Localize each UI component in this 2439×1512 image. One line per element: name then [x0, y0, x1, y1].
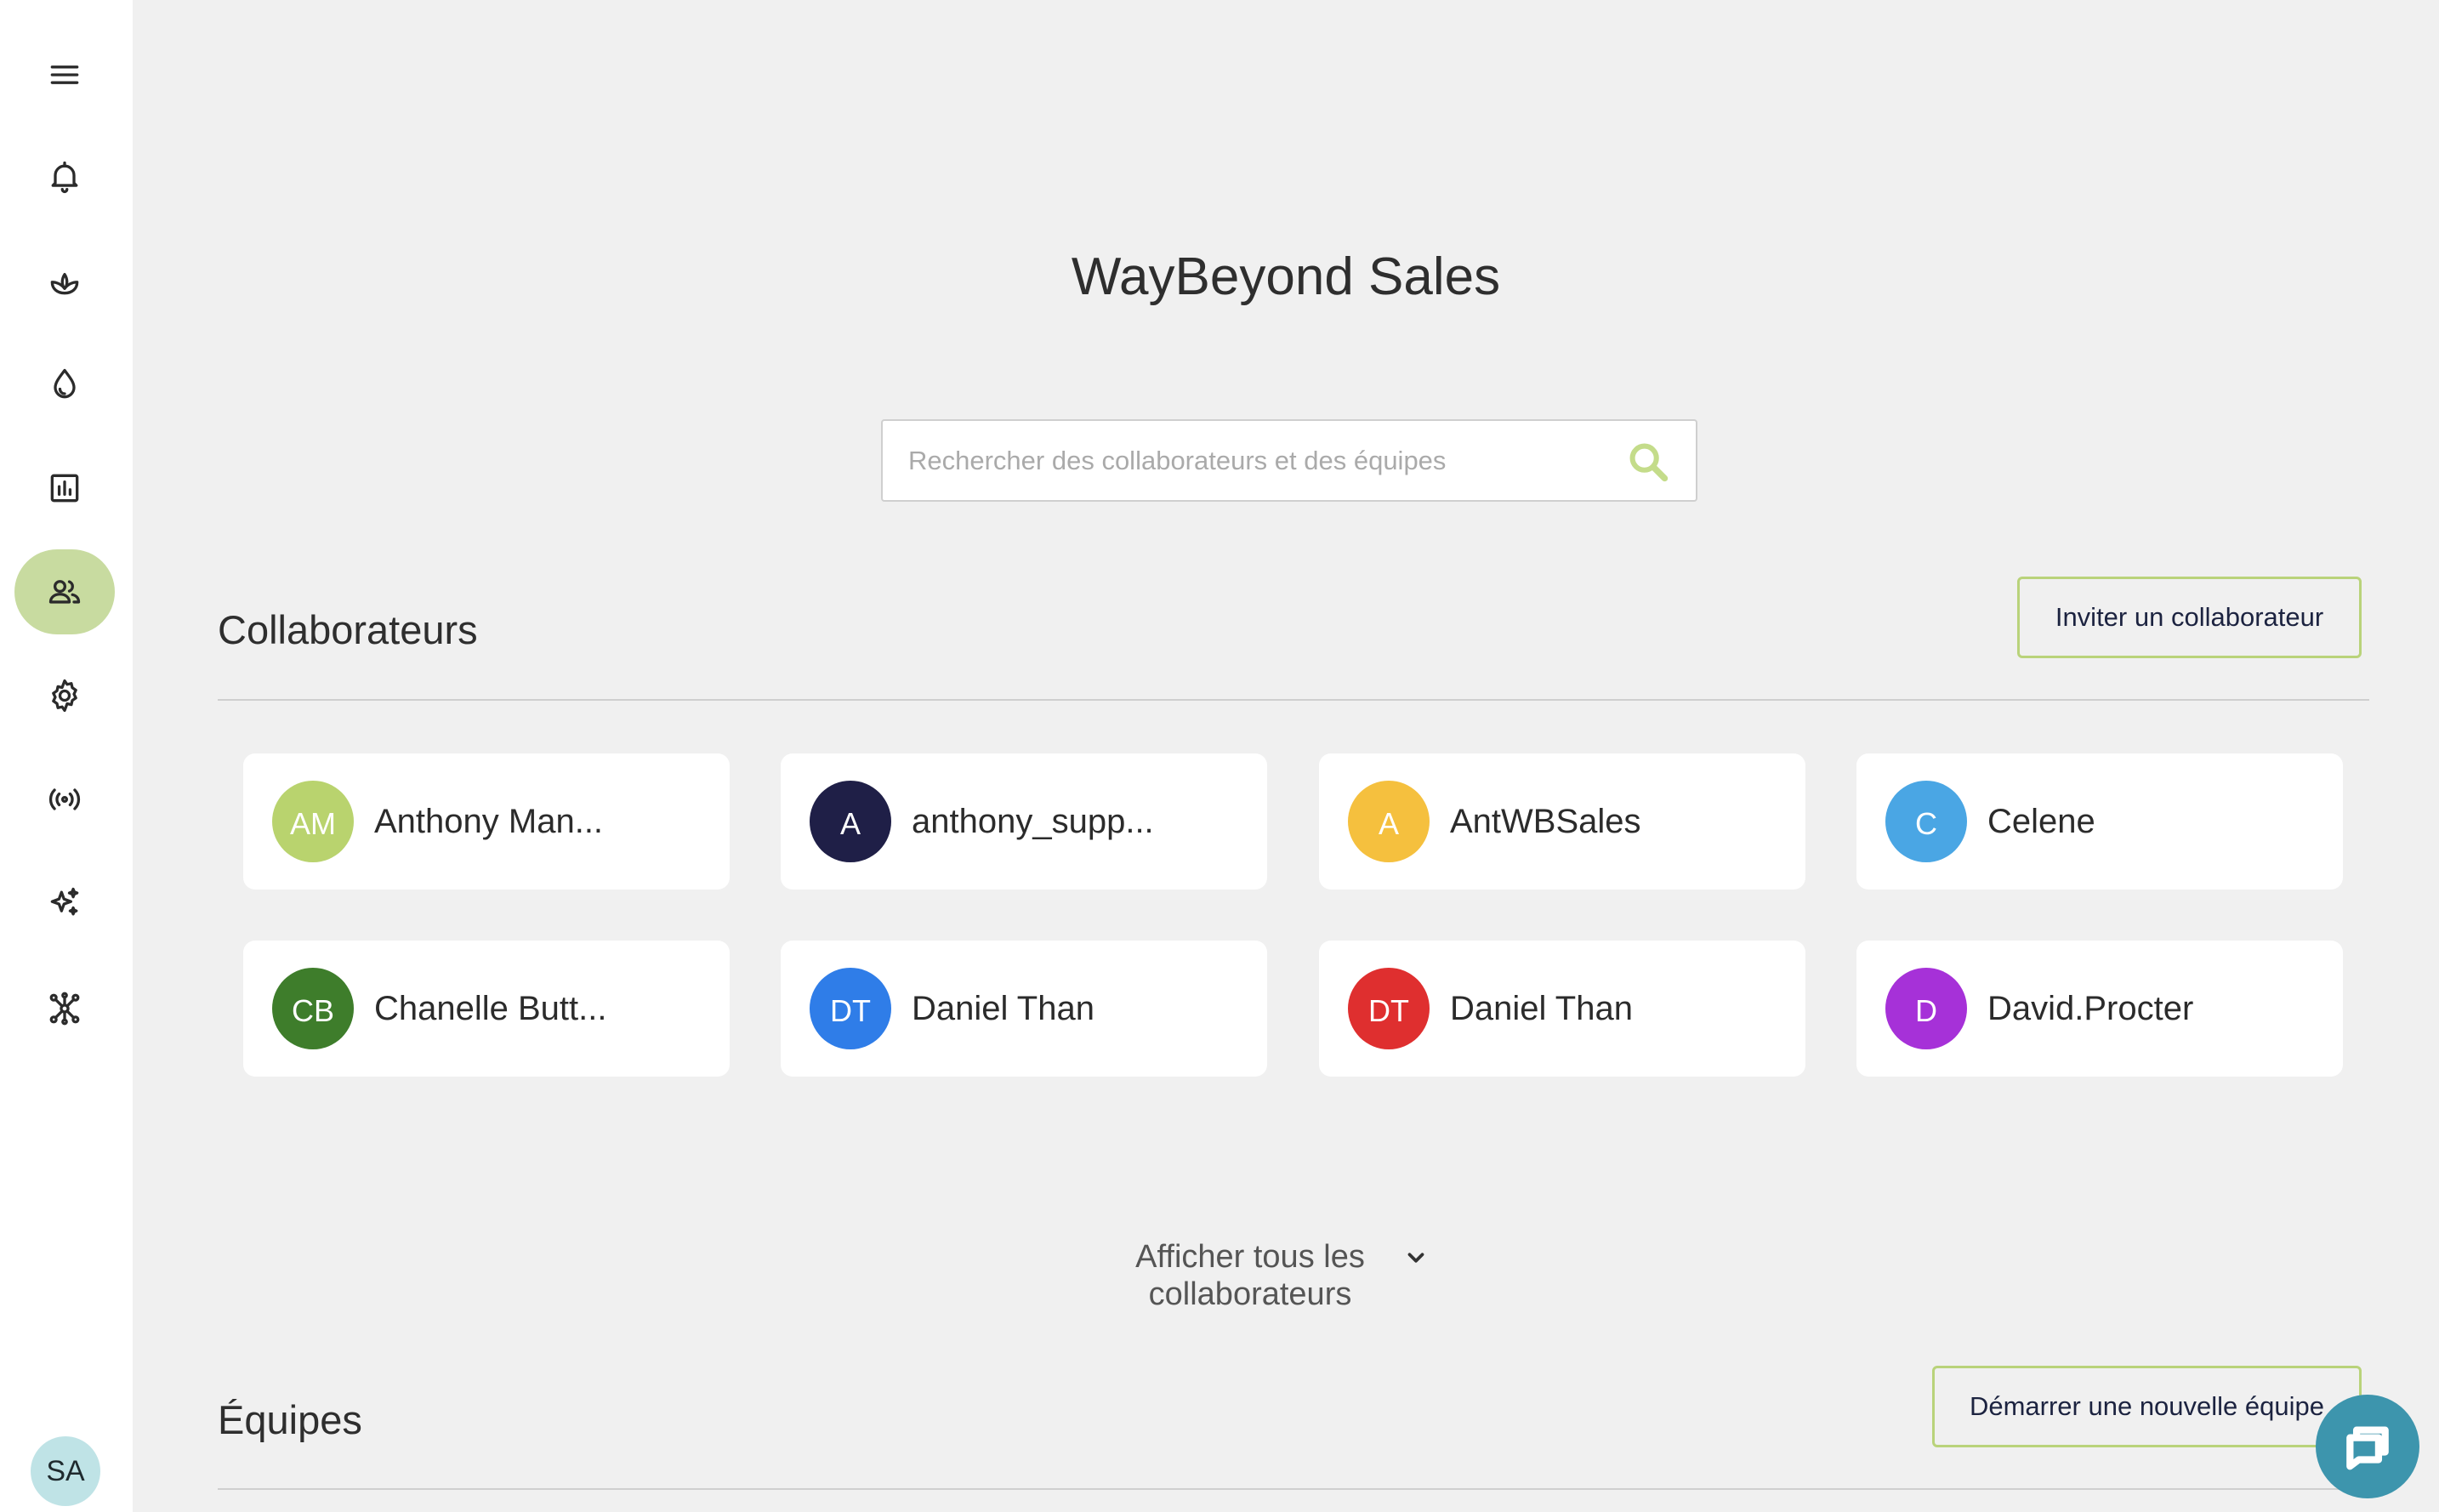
avatar: DT: [810, 968, 891, 1049]
chart-icon: [50, 474, 79, 503]
users-icon: [48, 580, 81, 604]
collaborator-card[interactable]: A AntWBSales: [1319, 753, 1805, 890]
menu-button[interactable]: [14, 32, 115, 117]
collaborator-card[interactable]: AM Anthony Man...: [243, 753, 730, 890]
search-input[interactable]: [883, 421, 1614, 500]
avatar: A: [810, 781, 891, 862]
network-icon: [49, 992, 80, 1026]
new-team-button[interactable]: Démarrer une nouvelle équipe: [1932, 1366, 2362, 1447]
sidebar-item-plants[interactable]: [14, 238, 115, 323]
sidebar-item-water[interactable]: [14, 342, 115, 427]
bell-icon: [51, 161, 78, 193]
collaborator-name: David.Procter: [1987, 989, 2194, 1027]
drop-icon: [54, 368, 76, 399]
avatar: DT: [1348, 968, 1430, 1049]
collaborator-name: AntWBSales: [1450, 802, 1641, 840]
collaborator-name: Anthony Man...: [374, 802, 604, 840]
collaborator-name: Chanelle Butt...: [374, 989, 607, 1027]
gear-icon: [52, 679, 77, 713]
chat-icon: [2346, 1426, 2389, 1470]
search-icon[interactable]: [1626, 440, 1670, 484]
section-divider: [218, 699, 2369, 701]
avatar: C: [1885, 781, 1967, 862]
sidebar-item-integrations[interactable]: [14, 966, 115, 1051]
plant-icon: [50, 273, 79, 295]
invite-collaborator-button[interactable]: Inviter un collaborateur: [2017, 577, 2362, 658]
avatar: AM: [272, 781, 354, 862]
chevron-down-icon: [1403, 1245, 1429, 1270]
collaborator-card[interactable]: A anthony_supp...: [781, 753, 1267, 890]
collaborator-card[interactable]: DT Daniel Than: [1319, 941, 1805, 1077]
collaborator-card[interactable]: D David.Procter: [1856, 941, 2343, 1077]
sidebar-item-sensors[interactable]: [14, 757, 115, 842]
show-all-collaborators-button[interactable]: Afficher tous les collaborateurs: [1106, 1238, 1446, 1313]
search-box: [881, 419, 1697, 502]
chat-button[interactable]: [2316, 1395, 2419, 1498]
avatar: A: [1348, 781, 1430, 862]
sparkles-icon: [50, 887, 79, 916]
collaborator-card[interactable]: C Celene: [1856, 753, 2343, 890]
broadcast-icon: [48, 788, 81, 810]
collaborator-card[interactable]: DT Daniel Than: [781, 941, 1267, 1077]
user-avatar[interactable]: SA: [31, 1436, 100, 1506]
avatar: CB: [272, 968, 354, 1049]
collaborator-name: anthony_supp...: [912, 802, 1154, 840]
collaborator-name: Daniel Than: [1450, 989, 1633, 1027]
avatar: D: [1885, 968, 1967, 1049]
show-all-label: Afficher tous les collaborateurs: [1135, 1239, 1365, 1312]
collaborator-card[interactable]: CB Chanelle Butt...: [243, 941, 730, 1077]
collaborator-name: Daniel Than: [912, 989, 1094, 1027]
page-title: WayBeyond Sales: [1071, 247, 1501, 306]
section-divider: [218, 1488, 2369, 1490]
sidebar-item-settings[interactable]: [14, 653, 115, 738]
sidebar-item-ai[interactable]: [14, 861, 115, 946]
sidebar-item-notifications[interactable]: [14, 134, 115, 219]
menu-icon: [50, 65, 79, 84]
collaborator-name: Celene: [1987, 802, 2095, 840]
teams-title: Équipes: [218, 1397, 362, 1442]
collaborators-title: Collaborateurs: [218, 607, 478, 652]
sidebar-item-reports[interactable]: [14, 446, 115, 531]
sidebar-item-collaborators[interactable]: [14, 549, 115, 634]
sidebar: SA: [0, 0, 133, 1512]
